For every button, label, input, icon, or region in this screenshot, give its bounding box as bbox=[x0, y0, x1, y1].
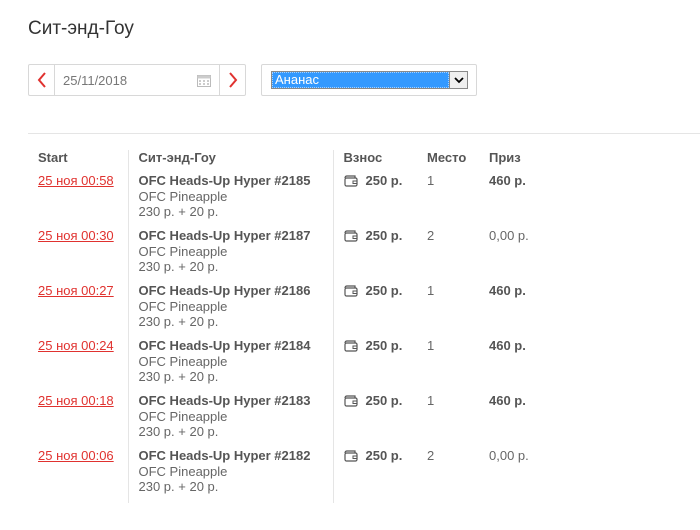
buyin: 230 р. + 20 р. bbox=[138, 424, 219, 439]
fee-cell: 250 р. bbox=[332, 448, 417, 503]
calendar-icon[interactable] bbox=[197, 74, 211, 87]
start-link[interactable]: 25 ноя 00:18 bbox=[38, 393, 114, 408]
chevron-left-icon bbox=[37, 72, 46, 88]
tournament-name: OFC Heads-Up Hyper #2183 bbox=[138, 393, 311, 408]
fee-value: 250 р. bbox=[365, 393, 403, 408]
header-fee: Взнос bbox=[332, 150, 417, 173]
game-select-value: Ананас bbox=[272, 72, 449, 88]
next-date-button[interactable] bbox=[219, 65, 245, 95]
game-type: OFC Pineapple bbox=[138, 463, 228, 479]
place-value: 1 bbox=[427, 173, 435, 188]
start-cell: 25 ноя 00:30 bbox=[28, 228, 128, 283]
name-cell: OFC Heads-Up Hyper #2185 OFC Pineapple 2… bbox=[127, 173, 333, 228]
place-value: 1 bbox=[427, 283, 435, 298]
table-row: 25 ноя 00:27 OFC Heads-Up Hyper #2186 OF… bbox=[28, 283, 700, 338]
fee-value: 250 р. bbox=[365, 228, 403, 243]
buyin: 230 р. + 20 р. bbox=[138, 204, 219, 219]
place-value: 1 bbox=[427, 338, 435, 353]
chevron-right-icon bbox=[228, 72, 237, 88]
table-row: 25 ноя 00:58 OFC Heads-Up Hyper #2185 OF… bbox=[28, 173, 700, 228]
start-cell: 25 ноя 00:18 bbox=[28, 393, 128, 448]
game-type: OFC Pineapple bbox=[138, 353, 228, 369]
game-type: OFC Pineapple bbox=[138, 408, 228, 424]
place-value: 2 bbox=[427, 448, 435, 463]
tournament-name: OFC Heads-Up Hyper #2186 bbox=[138, 283, 311, 298]
wallet-icon bbox=[343, 395, 358, 407]
header-prize: Приз bbox=[489, 150, 521, 165]
place-value: 2 bbox=[427, 228, 435, 243]
game-filter: Ананас bbox=[261, 64, 477, 96]
date-value: 25/11/2018 bbox=[63, 72, 128, 88]
buyin: 230 р. + 20 р. bbox=[138, 479, 219, 494]
fee-cell: 250 р. bbox=[332, 228, 417, 283]
name-cell: OFC Heads-Up Hyper #2186 OFC Pineapple 2… bbox=[127, 283, 333, 338]
start-link[interactable]: 25 ноя 00:06 bbox=[38, 448, 114, 463]
fee-cell: 250 р. bbox=[332, 338, 417, 393]
game-type: OFC Pineapple bbox=[138, 298, 228, 314]
tournament-name: OFC Heads-Up Hyper #2184 bbox=[138, 338, 311, 353]
buyin: 230 р. + 20 р. bbox=[138, 259, 219, 274]
buyin: 230 р. + 20 р. bbox=[138, 369, 219, 384]
table-row: 25 ноя 00:18 OFC Heads-Up Hyper #2183 OF… bbox=[28, 393, 700, 448]
name-cell: OFC Heads-Up Hyper #2182 OFC Pineapple 2… bbox=[127, 448, 333, 503]
prize-cell: 460 р. bbox=[479, 338, 700, 393]
prize-value: 0,00 р. bbox=[489, 228, 529, 243]
fee-value: 250 р. bbox=[365, 173, 403, 188]
date-picker: 25/11/2018 bbox=[28, 64, 246, 96]
start-link[interactable]: 25 ноя 00:27 bbox=[38, 283, 114, 298]
dropdown-arrow-icon[interactable] bbox=[449, 72, 467, 88]
start-link[interactable]: 25 ноя 00:30 bbox=[38, 228, 114, 243]
buyin: 230 р. + 20 р. bbox=[138, 314, 219, 329]
wallet-icon bbox=[343, 230, 358, 242]
start-cell: 25 ноя 00:27 bbox=[28, 283, 128, 338]
fee-cell: 250 р. bbox=[332, 283, 417, 338]
place-value: 1 bbox=[427, 393, 435, 408]
tournament-name: OFC Heads-Up Hyper #2185 bbox=[138, 173, 311, 188]
prize-value: 460 р. bbox=[489, 173, 526, 188]
divider bbox=[28, 133, 700, 134]
prize-value: 460 р. bbox=[489, 283, 526, 298]
wallet-icon bbox=[343, 450, 358, 462]
prize-value: 460 р. bbox=[489, 338, 526, 353]
start-cell: 25 ноя 00:58 bbox=[28, 173, 128, 228]
start-cell: 25 ноя 00:24 bbox=[28, 338, 128, 393]
wallet-icon bbox=[343, 340, 358, 352]
prize-value: 0,00 р. bbox=[489, 448, 529, 463]
fee-value: 250 р. bbox=[365, 338, 403, 353]
table-row: 25 ноя 00:30 OFC Heads-Up Hyper #2187 OF… bbox=[28, 228, 700, 283]
game-type: OFC Pineapple bbox=[138, 243, 228, 259]
results-table: Start Сит-энд-Гоу Взнос Место Приз 25 но… bbox=[28, 150, 700, 503]
page-title: Сит-энд-Гоу bbox=[28, 18, 134, 39]
fee-value: 250 р. bbox=[365, 448, 403, 463]
game-type: OFC Pineapple bbox=[138, 188, 228, 204]
tournament-name: OFC Heads-Up Hyper #2187 bbox=[138, 228, 311, 243]
tournament-name: OFC Heads-Up Hyper #2182 bbox=[138, 448, 311, 463]
date-field[interactable]: 25/11/2018 bbox=[55, 65, 219, 95]
header-place: Место bbox=[427, 150, 467, 165]
header-name: Сит-энд-Гоу bbox=[127, 150, 333, 173]
fee-cell: 250 р. bbox=[332, 173, 417, 228]
name-cell: OFC Heads-Up Hyper #2184 OFC Pineapple 2… bbox=[127, 338, 333, 393]
start-link[interactable]: 25 ноя 00:58 bbox=[38, 173, 114, 188]
table-header-row: Start Сит-энд-Гоу Взнос Место Приз bbox=[28, 150, 700, 173]
game-select[interactable]: Ананас bbox=[271, 71, 468, 89]
header-start: Start bbox=[38, 150, 68, 165]
table-row: 25 ноя 00:06 OFC Heads-Up Hyper #2182 OF… bbox=[28, 448, 700, 503]
fee-cell: 250 р. bbox=[332, 393, 417, 448]
prize-cell: 460 р. bbox=[479, 393, 700, 448]
start-cell: 25 ноя 00:06 bbox=[28, 448, 128, 503]
name-cell: OFC Heads-Up Hyper #2183 OFC Pineapple 2… bbox=[127, 393, 333, 448]
prize-cell: 460 р. bbox=[479, 173, 700, 228]
wallet-icon bbox=[343, 285, 358, 297]
prize-value: 460 р. bbox=[489, 393, 526, 408]
start-link[interactable]: 25 ноя 00:24 bbox=[38, 338, 114, 353]
fee-value: 250 р. bbox=[365, 283, 403, 298]
prize-cell: 0,00 р. bbox=[479, 448, 700, 503]
wallet-icon bbox=[343, 175, 358, 187]
table-row: 25 ноя 00:24 OFC Heads-Up Hyper #2184 OF… bbox=[28, 338, 700, 393]
name-cell: OFC Heads-Up Hyper #2187 OFC Pineapple 2… bbox=[127, 228, 333, 283]
prize-cell: 0,00 р. bbox=[479, 228, 700, 283]
prize-cell: 460 р. bbox=[479, 283, 700, 338]
previous-date-button[interactable] bbox=[29, 65, 55, 95]
